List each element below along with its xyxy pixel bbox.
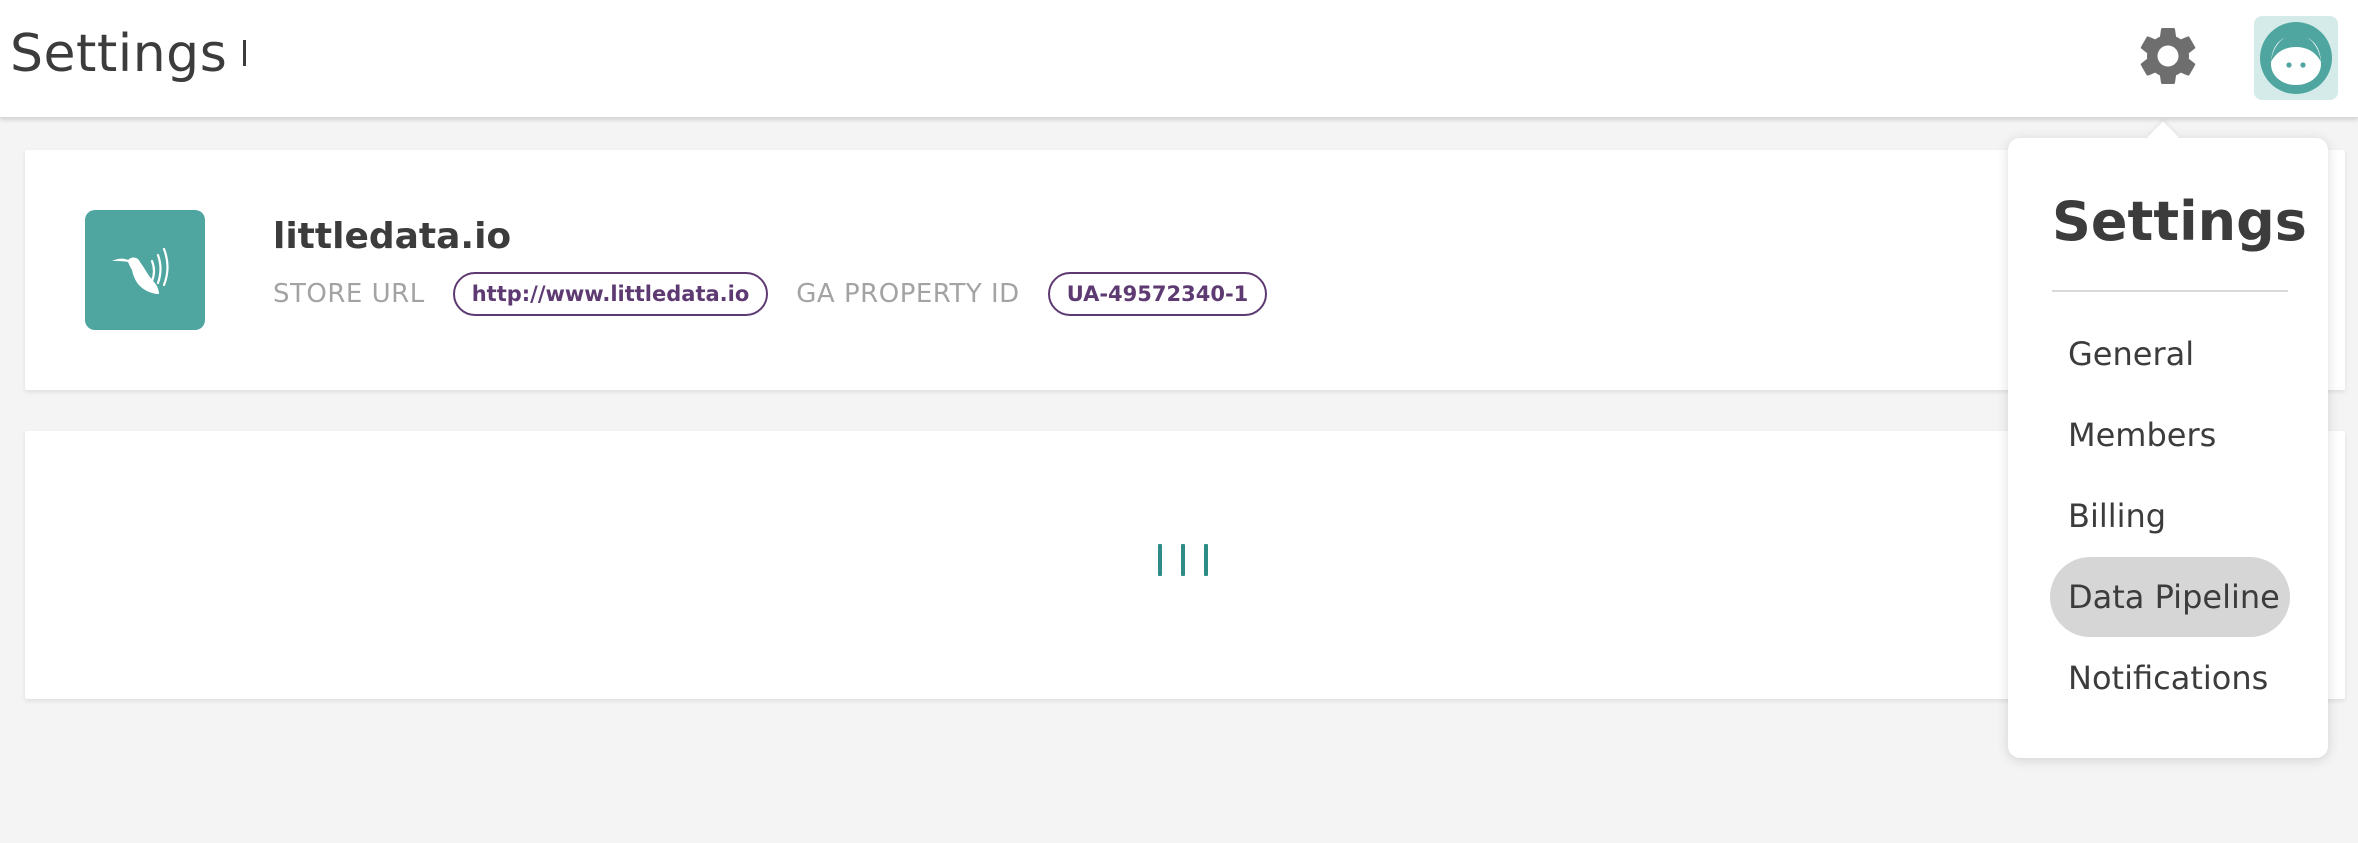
user-face-icon [2260,22,2332,94]
store-logo [85,210,205,330]
dropdown-divider [2052,290,2288,292]
loading-bar [1204,544,1208,576]
loading-bar [1181,544,1185,576]
settings-menu: General Members Billing Data Pipeline No… [2050,314,2290,719]
menu-item-members[interactable]: Members [2050,395,2290,475]
page-title: Settings [10,24,247,84]
store-url-label: STORE URL [273,279,425,309]
gear-icon [2140,27,2196,84]
menu-item-data-pipeline[interactable]: Data Pipeline [2050,557,2290,637]
loading-bars-icon [1158,544,1208,576]
store-meta: STORE URL http://www.littledata.io GA PR… [273,270,1268,318]
hummingbird-icon [112,247,169,294]
page-title-text: Settings [10,24,228,84]
menu-item-billing[interactable]: Billing [2050,476,2290,556]
store-name: littledata.io [273,216,512,257]
store-card: littledata.io STORE URL http://www.littl… [25,150,2345,390]
user-avatar-button[interactable] [2254,16,2338,100]
settings-button[interactable] [2130,18,2206,94]
ga-property-label: GA PROPERTY ID [796,279,1020,309]
dropdown-title: Settings [2052,190,2307,253]
loading-bar [1158,544,1162,576]
text-cursor [243,40,247,66]
top-bar: Settings [0,0,2358,118]
settings-dropdown: Settings General Members Billing Data Pi… [2008,121,2328,758]
menu-item-notifications[interactable]: Notifications [2050,638,2290,718]
dropdown-pointer [2147,121,2179,153]
menu-item-general[interactable]: General [2050,314,2290,394]
loading-card [25,431,2345,699]
store-url-pill[interactable]: http://www.littledata.io [452,272,769,316]
ga-property-pill[interactable]: UA-49572340-1 [1047,272,1268,316]
